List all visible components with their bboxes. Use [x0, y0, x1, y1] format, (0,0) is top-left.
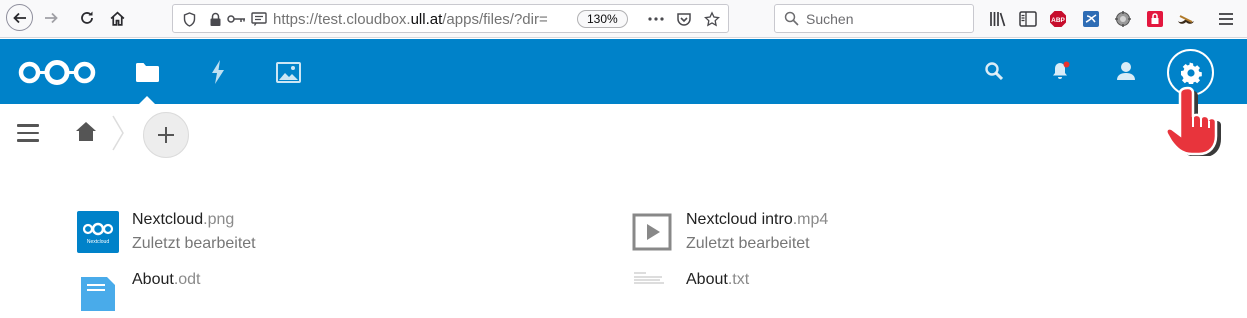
- adblock-plus-label: ABP: [1051, 17, 1065, 24]
- recent-file-item[interactable]: Nextcloud intro.mp4 Zuletzt bearbeitet: [631, 211, 1031, 256]
- gear-icon: [1180, 61, 1202, 84]
- contacts-icon: [1117, 62, 1135, 80]
- adblock-plus-icon[interactable]: ABP: [1048, 9, 1068, 29]
- library-icon[interactable]: [988, 9, 1008, 29]
- recent-file-item[interactable]: About.odt: [77, 271, 477, 316]
- extension-gear-icon[interactable]: [1113, 9, 1133, 29]
- url-prefix: https://test.cloudbox.: [273, 11, 411, 28]
- url-domain: ull.at: [410, 11, 443, 28]
- arrow-left-icon: [12, 12, 26, 23]
- contacts-button[interactable]: [1112, 58, 1138, 84]
- lightning-icon: [212, 60, 224, 84]
- app-navigation-toggle[interactable]: [17, 124, 39, 142]
- app-activity[interactable]: [205, 59, 231, 85]
- hamburger-line: [17, 139, 39, 142]
- file-extension: .txt: [727, 271, 750, 288]
- bell-icon: [1053, 61, 1070, 79]
- lock-icon[interactable]: [207, 11, 223, 27]
- extension-blue-icon[interactable]: [1081, 9, 1101, 29]
- search-icon: [985, 62, 1003, 80]
- reader-mode-icon[interactable]: [251, 11, 267, 27]
- file-basename: Nextcloud intro: [686, 211, 793, 228]
- file-thumbnail: Nextcloud: [77, 211, 119, 253]
- pocket-icon[interactable]: [676, 11, 692, 27]
- file-name: Nextcloud.png: [132, 211, 234, 229]
- notifications-button[interactable]: [1048, 58, 1074, 84]
- zoom-level-badge[interactable]: 130%: [577, 10, 628, 28]
- key-icon[interactable]: [227, 11, 247, 27]
- home-icon: [76, 122, 96, 141]
- breadcrumb-separator: [111, 115, 125, 151]
- nextcloud-logo[interactable]: [16, 59, 98, 91]
- thumbnail-caption: Nextcloud: [87, 239, 109, 245]
- hamburger-line: [17, 131, 39, 134]
- file-basename: Nextcloud: [132, 211, 204, 228]
- sidebar-icon[interactable]: [1018, 9, 1038, 29]
- file-subtitle: Zuletzt bearbeitet: [686, 235, 810, 252]
- hamburger-line: [17, 124, 39, 127]
- url-bar[interactable]: https://test.cloudbox.ull.at/apps/files/…: [172, 4, 729, 33]
- file-extension: .png: [203, 211, 235, 228]
- back-button[interactable]: [6, 4, 33, 31]
- breadcrumb-home[interactable]: [75, 121, 97, 143]
- file-subtitle: Zuletzt bearbeitet: [132, 235, 256, 252]
- shield-icon[interactable]: [181, 11, 197, 27]
- unified-search-button[interactable]: [981, 58, 1007, 84]
- file-name: About.odt: [132, 271, 201, 289]
- file-extension: .odt: [173, 271, 201, 288]
- active-app-indicator: [139, 96, 155, 104]
- app-files[interactable]: [134, 59, 160, 85]
- document-file-icon: [77, 271, 119, 313]
- home-button[interactable]: [104, 5, 130, 31]
- extension-red-lock-icon[interactable]: [1145, 9, 1165, 29]
- video-file-icon: [631, 211, 673, 253]
- recent-file-item[interactable]: Nextcloud Nextcloud.png Zuletzt bearbeit…: [77, 211, 477, 256]
- home-icon: [110, 11, 124, 26]
- browser-search-box[interactable]: Suchen: [774, 4, 974, 33]
- pointing-hand-cursor-icon: [1164, 82, 1228, 161]
- reload-icon: [81, 11, 93, 24]
- folder-icon: [135, 62, 159, 82]
- arrow-right-icon: [45, 12, 58, 24]
- app-gallery[interactable]: [275, 59, 301, 85]
- search-placeholder: Suchen: [806, 11, 854, 27]
- browser-toolbar: https://test.cloudbox.ull.at/apps/files/…: [0, 0, 1247, 38]
- image-icon: [275, 61, 301, 83]
- plus-icon: [158, 127, 174, 143]
- menu-icon[interactable]: [1216, 9, 1236, 29]
- forward-button[interactable]: [38, 5, 64, 31]
- recent-file-item[interactable]: About.txt: [631, 271, 1031, 316]
- reload-button[interactable]: [74, 5, 100, 31]
- text-file-thumbnail: [631, 271, 673, 313]
- file-name: Nextcloud intro.mp4: [686, 211, 828, 229]
- nextcloud-header: [0, 39, 1247, 104]
- page-actions-icon[interactable]: [647, 11, 665, 27]
- url-text[interactable]: https://test.cloudbox.ull.at/apps/files/…: [273, 11, 573, 28]
- file-basename: About: [132, 271, 174, 288]
- extension-mustache-icon[interactable]: [1176, 9, 1196, 29]
- file-extension: .mp4: [792, 211, 829, 228]
- file-basename: About: [686, 271, 728, 288]
- bookmark-star-icon[interactable]: [704, 11, 720, 27]
- url-path: /apps/files/?dir=: [442, 11, 548, 28]
- new-file-button[interactable]: [143, 112, 189, 158]
- file-name: About.txt: [686, 271, 749, 289]
- search-icon: [784, 11, 799, 31]
